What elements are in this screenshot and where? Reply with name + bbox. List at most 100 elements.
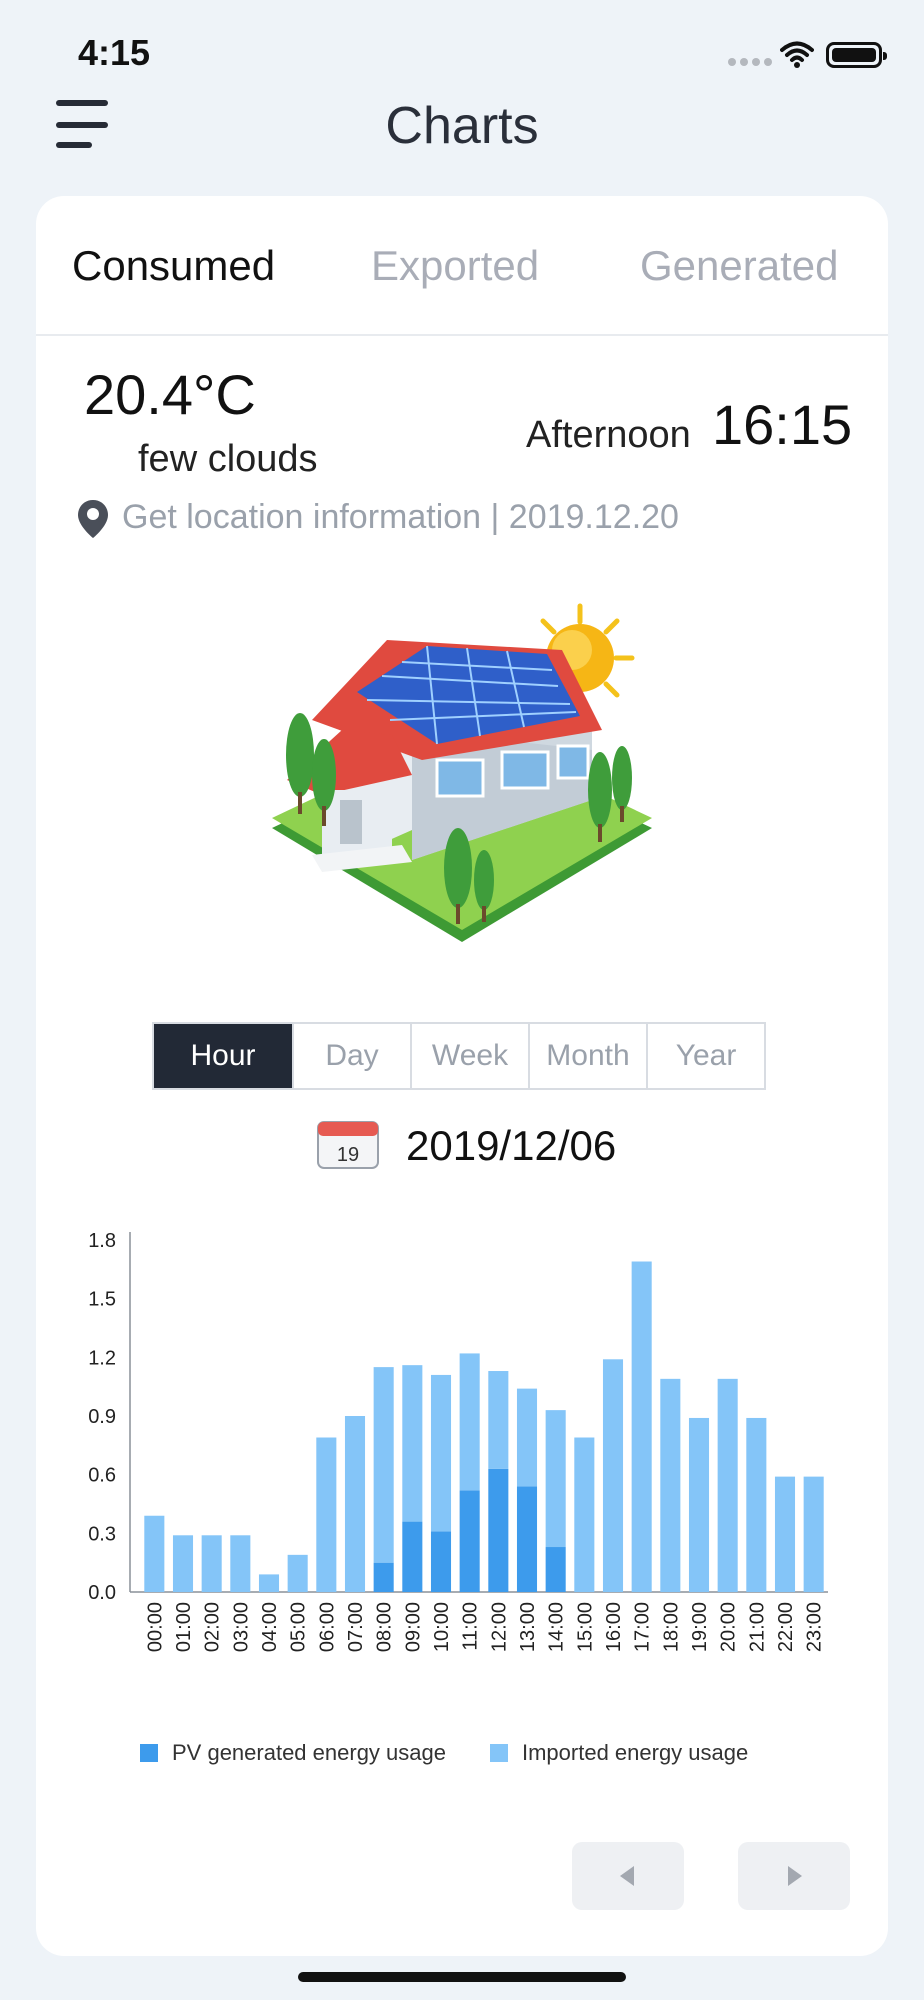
bar-imported-0300	[230, 1535, 251, 1592]
x-tick-label: 09:00	[402, 1602, 424, 1652]
current-time: 16:15	[712, 393, 853, 456]
bar-imported-1800	[660, 1378, 681, 1592]
tab-generated[interactable]: Generated	[640, 242, 838, 290]
period-day-button[interactable]: Day	[292, 1024, 410, 1088]
x-tick-label: 23:00	[804, 1602, 826, 1652]
chart-legend: PV generated energy usage Imported energ…	[140, 1740, 792, 1766]
x-tick-label: 17:00	[632, 1602, 654, 1652]
x-tick-label: 07:00	[345, 1602, 367, 1652]
bar-imported-0400	[258, 1574, 280, 1592]
status-time: 4:15	[78, 32, 151, 73]
x-tick-label: 18:00	[660, 1602, 682, 1652]
bar-imported-0600	[316, 1437, 337, 1592]
bar-imported-2300	[803, 1476, 824, 1592]
bar-imported-1900	[688, 1417, 710, 1592]
bar-imported-2100	[746, 1417, 767, 1592]
solar-house-illustration	[262, 600, 662, 955]
chevron-left-icon	[620, 1866, 634, 1886]
cellular-signal-icon	[728, 58, 772, 66]
bar-imported-2200	[774, 1476, 796, 1592]
x-tick-label: 06:00	[316, 1602, 338, 1652]
y-tick-label: 1.2	[88, 1347, 116, 1369]
bar-imported-1400	[545, 1410, 566, 1548]
bar-imported-1100	[459, 1353, 480, 1491]
bar-imported-1200	[488, 1371, 509, 1469]
y-tick-label: 1.8	[88, 1230, 116, 1252]
bar-pv-0900	[402, 1521, 423, 1592]
x-tick-label: 08:00	[374, 1602, 396, 1652]
bar-imported-1600	[602, 1359, 624, 1592]
previous-button[interactable]	[572, 1842, 684, 1910]
bar-imported-0500	[287, 1554, 308, 1592]
x-tick-label: 00:00	[144, 1602, 166, 1652]
bar-imported-0100	[172, 1535, 194, 1592]
period-week-button[interactable]: Week	[410, 1024, 528, 1088]
x-tick-label: 16:00	[603, 1602, 625, 1652]
bar-imported-1300	[516, 1388, 538, 1487]
bar-imported-2000	[717, 1378, 738, 1592]
svg-text:19: 19	[337, 1144, 359, 1166]
x-tick-label: 02:00	[202, 1602, 224, 1652]
x-tick-label: 04:00	[259, 1602, 281, 1652]
legend-item-pv: PV generated energy usage	[140, 1740, 446, 1766]
x-tick-label: 03:00	[230, 1602, 252, 1652]
y-tick-label: 0.9	[88, 1406, 116, 1428]
period-year-button[interactable]: Year	[646, 1024, 764, 1088]
bar-imported-1700	[631, 1261, 652, 1592]
x-tick-label: 21:00	[746, 1602, 768, 1652]
temperature: 20.4°C	[84, 363, 256, 426]
bar-imported-1000	[430, 1374, 452, 1532]
y-tick-label: 1.5	[88, 1289, 116, 1311]
battery-icon	[826, 42, 887, 68]
legend-item-imported: Imported energy usage	[489, 1740, 749, 1766]
page-title: Charts	[385, 97, 539, 155]
bar-imported-0700	[344, 1416, 366, 1592]
bar-pv-1100	[459, 1490, 480, 1592]
bar-pv-0800	[373, 1562, 394, 1592]
x-tick-label: 19:00	[689, 1602, 711, 1652]
x-tick-label: 01:00	[173, 1602, 195, 1652]
bar-pv-1000	[430, 1531, 452, 1592]
x-tick-label: 20:00	[718, 1602, 740, 1652]
legend-swatch-pv	[140, 1744, 158, 1762]
home-indicator	[298, 1972, 626, 1982]
chevron-right-icon	[788, 1866, 802, 1886]
bar-pv-1400	[545, 1547, 566, 1592]
bar-pv-1300	[516, 1486, 538, 1592]
y-tick-label: 0.6	[88, 1465, 116, 1487]
x-tick-label: 05:00	[288, 1602, 310, 1652]
x-tick-label: 10:00	[431, 1602, 453, 1652]
weather-condition: few clouds	[138, 438, 318, 480]
bar-pv-1200	[488, 1468, 509, 1592]
x-tick-label: 14:00	[546, 1602, 568, 1652]
bar-imported-0900	[402, 1365, 423, 1522]
bar-imported-0800	[373, 1367, 394, 1563]
x-tick-label: 22:00	[775, 1602, 797, 1652]
y-tick-label: 0.0	[88, 1582, 116, 1604]
calendar-icon[interactable]: 19	[316, 1120, 380, 1170]
selected-date[interactable]: 2019/12/06	[406, 1122, 616, 1170]
legend-label-pv: PV generated energy usage	[172, 1740, 446, 1765]
location-info[interactable]: Get location information | 2019.12.20	[122, 498, 679, 537]
x-tick-label: 13:00	[517, 1602, 539, 1652]
location-pin-icon	[76, 498, 110, 545]
x-tick-label: 11:00	[460, 1602, 482, 1651]
y-tick-label: 0.3	[88, 1523, 116, 1545]
x-tick-label: 15:00	[574, 1602, 596, 1652]
bar-imported-1500	[574, 1437, 595, 1592]
tab-consumed[interactable]: Consumed	[72, 242, 275, 290]
period-month-button[interactable]: Month	[528, 1024, 646, 1088]
wifi-icon	[780, 40, 814, 73]
bar-imported-0000	[144, 1515, 165, 1592]
x-tick-label: 12:00	[488, 1602, 510, 1652]
legend-label-imported: Imported energy usage	[521, 1740, 749, 1765]
period-hour-button[interactable]: Hour	[154, 1024, 292, 1088]
daypart-label: Afternoon	[526, 414, 691, 456]
legend-swatch-imported	[489, 1744, 508, 1762]
bar-imported-0200	[201, 1535, 222, 1592]
period-selector: Hour Day Week Month Year	[152, 1022, 766, 1090]
tab-exported[interactable]: Exported	[371, 242, 539, 290]
tab-divider	[36, 334, 888, 336]
next-button[interactable]	[738, 1842, 850, 1910]
energy-bar-chart: 0.0 0.3 0.6 0.9 1.2 1.5 1.8 00:00 01:00 02:00 03:0…	[60, 1220, 840, 1685]
